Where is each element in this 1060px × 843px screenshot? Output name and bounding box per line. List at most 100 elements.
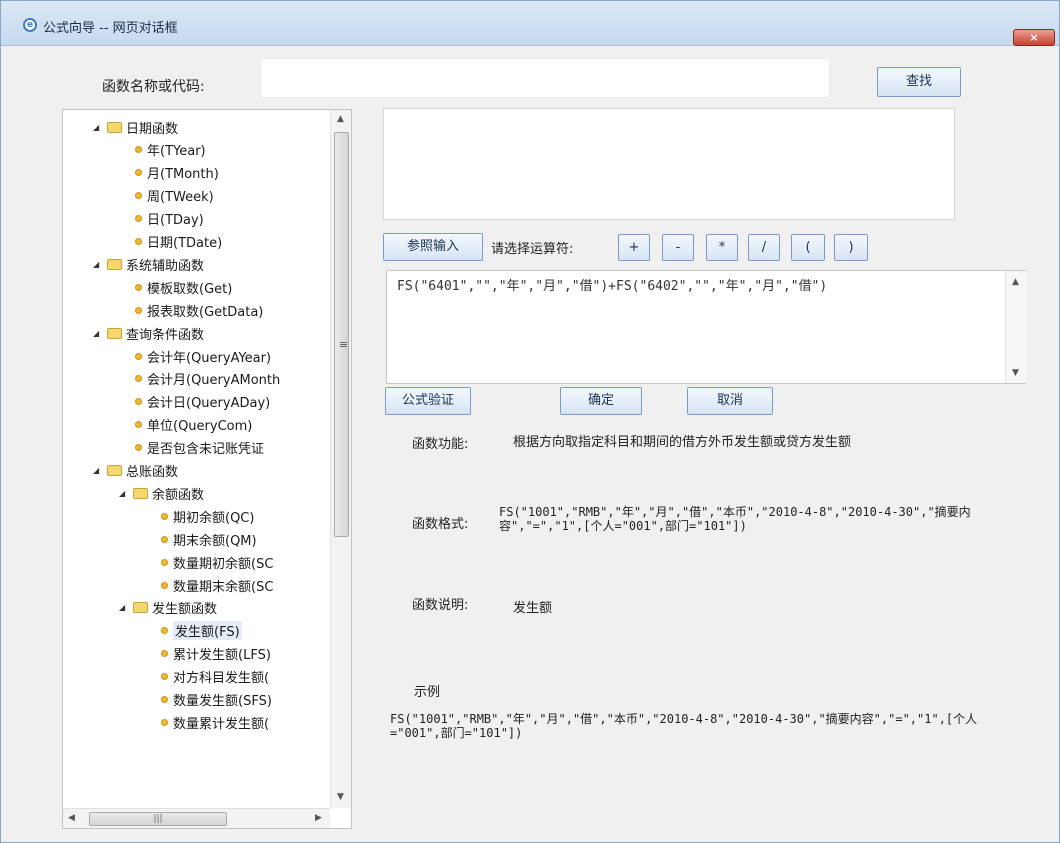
folder-icon	[107, 465, 122, 476]
function-leaf-icon	[161, 627, 168, 635]
tree-folder[interactable]: ◢ 余额函数	[119, 482, 204, 504]
tree-item[interactable]: 数量发生额(SFS)	[161, 689, 272, 711]
window-title: 公式向导 -- 网页对话框	[43, 21, 178, 36]
tree-vertical-thumb[interactable]	[334, 132, 349, 537]
left-paren-button[interactable]: (	[791, 234, 825, 261]
reference-input-button[interactable]: 参照输入	[383, 233, 483, 261]
expand-arrow-icon[interactable]: ◢	[93, 123, 103, 132]
formula-scrollbar[interactable]: ▲ ▼	[1005, 271, 1026, 383]
tree-item[interactable]: 报表取数(GetData)	[135, 299, 263, 321]
tree-item-label: 日期(TDate)	[147, 236, 223, 251]
tree-item[interactable]: 月(TMonth)	[135, 162, 219, 184]
tree-horizontal-scrollbar[interactable]: ◀ ||| ▶	[63, 808, 330, 828]
function-desc-value: 发生额	[513, 601, 553, 616]
tree-item-label: 发生额函数	[152, 602, 218, 618]
tree-item[interactable]: 会计年(QueryAYear)	[135, 345, 271, 367]
function-leaf-icon	[135, 283, 142, 291]
function-leaf-icon	[135, 238, 142, 245]
function-desc-label: 函数说明:	[412, 598, 469, 613]
tree-horizontal-thumb[interactable]: |||	[89, 812, 227, 826]
function-leaf-icon	[161, 512, 168, 520]
formula-editor[interactable]: FS("6401","","年","月","借")+FS("6402","","…	[386, 270, 1026, 384]
tree-item[interactable]: 对方科目发生额(	[161, 666, 269, 688]
verify-formula-button[interactable]: 公式验证	[385, 387, 471, 415]
tree-folder[interactable]: ◢ 日期函数	[93, 116, 178, 138]
cancel-button[interactable]: 取消	[687, 387, 773, 415]
tree-folder[interactable]: ◢ 查询条件函数	[93, 322, 204, 344]
tree-item[interactable]: 周(TWeek)	[135, 185, 214, 207]
function-leaf-icon	[135, 421, 142, 429]
right-paren-button[interactable]: )	[834, 234, 868, 261]
formula-text[interactable]: FS("6401","","年","月","借")+FS("6402","","…	[397, 277, 977, 296]
folder-icon	[133, 487, 148, 499]
expand-arrow-icon[interactable]: ◢	[119, 489, 129, 498]
function-purpose-value: 根据方向取指定科目和期间的借方外币发生额或贷方发生额	[513, 435, 852, 450]
scroll-up-icon[interactable]: ▲	[337, 114, 344, 124]
tree-item[interactable]: 日(TDay)	[135, 208, 204, 230]
tree-item-label: 周(TWeek)	[147, 190, 214, 206]
tree-item[interactable]: 累计发生额(LFS)	[161, 643, 271, 665]
tree-folder[interactable]: ◢ 系统辅助函数	[93, 253, 204, 275]
tree-item-label: 会计日(QueryADay)	[147, 396, 271, 412]
function-leaf-icon	[135, 169, 142, 177]
tree-item-label: 查询条件函数	[126, 327, 205, 343]
plus-operator-button[interactable]: +	[618, 234, 650, 261]
scroll-right-icon[interactable]: ▶	[315, 813, 322, 823]
ok-button[interactable]: 确定	[560, 387, 642, 415]
tree-item[interactable]: 发生额(FS)	[161, 620, 242, 642]
reference-textarea[interactable]	[383, 108, 955, 220]
formula-scroll-down-icon[interactable]: ▼	[1012, 368, 1019, 378]
formula-scroll-up-icon[interactable]: ▲	[1012, 277, 1019, 287]
tree-item[interactable]: 日期(TDate)	[135, 231, 222, 253]
tree-item[interactable]: 数量累计发生额(	[161, 711, 269, 733]
tree-item-label: 报表取数(GetData)	[147, 304, 264, 320]
function-name-label: 函数名称或代码:	[102, 79, 205, 95]
tree-item-label: 余额函数	[152, 487, 205, 503]
minus-operator-button[interactable]: -	[662, 234, 694, 261]
expand-arrow-icon[interactable]: ◢	[119, 603, 129, 612]
tree-item-label: 对方科目发生额(	[173, 671, 270, 687]
tree-vertical-scrollbar[interactable]: ▲ ≡ ▼	[330, 110, 351, 808]
expand-arrow-icon[interactable]: ◢	[93, 466, 103, 475]
tree-item[interactable]: 会计日(QueryADay)	[135, 391, 270, 413]
divide-operator-button[interactable]: /	[748, 234, 780, 261]
find-button[interactable]: 查找	[877, 67, 961, 97]
grip-icon: ≡	[339, 338, 349, 351]
tree-item[interactable]: 数量期初余额(SC	[161, 551, 273, 573]
function-tree: ◢ 日期函数年(TYear) 月(TMonth) 周(TWeek) 日(TDay) 日期(…	[62, 109, 352, 829]
example-label: 示例	[414, 685, 441, 700]
tree-item-label: 是否包含未记账凭证	[147, 442, 265, 458]
dialog-body: 函数名称或代码: 查找 ◢ 日期函数年(TYear) 月(TMonth) 周(TWee…	[2, 46, 1058, 842]
tree-item[interactable]: 单位(QueryCom)	[135, 414, 252, 436]
tree-item[interactable]: 是否包含未记账凭证	[135, 437, 264, 459]
expand-arrow-icon[interactable]: ◢	[93, 329, 103, 338]
function-leaf-icon	[161, 673, 168, 681]
tree-folder[interactable]: ◢ 总账函数	[93, 460, 178, 482]
tree-item[interactable]: 会计月(QueryAMonth	[135, 368, 280, 390]
expand-arrow-icon[interactable]: ◢	[93, 260, 103, 269]
tree-item-label: 年(TYear)	[147, 144, 206, 160]
multiply-operator-button[interactable]: *	[706, 234, 738, 261]
function-leaf-icon	[161, 558, 168, 566]
tree-item-label: 发生额(FS)	[173, 621, 242, 641]
tree-item[interactable]: 期末余额(QM)	[161, 528, 257, 550]
tree-item[interactable]: 期初余额(QC)	[161, 505, 254, 527]
scroll-down-icon[interactable]: ▼	[337, 792, 344, 802]
tree-item-label: 单位(QueryCom)	[147, 419, 253, 435]
tree-item-label: 总账函数	[126, 465, 179, 480]
scroll-left-icon[interactable]: ◀	[68, 813, 75, 823]
tree-item-label: 会计月(QueryAMonth	[147, 373, 281, 389]
function-leaf-icon	[135, 444, 142, 452]
function-search-input[interactable]	[260, 58, 830, 98]
function-purpose-label: 函数功能:	[412, 437, 469, 452]
function-leaf-icon	[161, 535, 168, 543]
title-bar: e 公式向导 -- 网页对话框 ×	[1, 1, 1059, 46]
tree-item[interactable]: 数量期末余额(SC	[161, 574, 273, 596]
tree-item[interactable]: 年(TYear)	[135, 139, 206, 161]
close-button[interactable]: ×	[1013, 29, 1055, 46]
tree-folder[interactable]: ◢ 发生额函数	[119, 597, 217, 619]
folder-icon	[107, 121, 122, 133]
tree-item-label: 日(TDay)	[147, 213, 204, 229]
function-leaf-icon	[135, 375, 142, 383]
tree-item[interactable]: 模板取数(Get)	[135, 276, 232, 298]
